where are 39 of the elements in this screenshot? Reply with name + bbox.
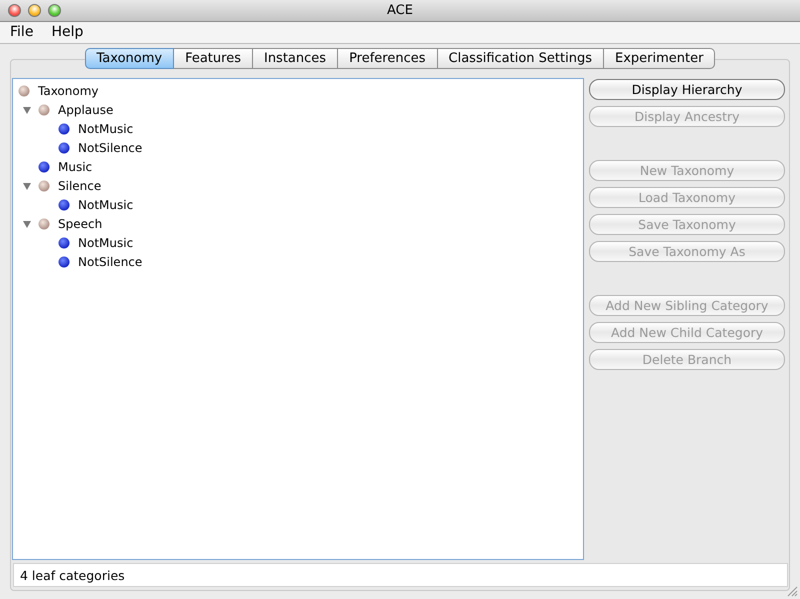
- tab[interactable]: Taxonomy: [84, 48, 174, 69]
- leaf-node-icon: [58, 122, 70, 134]
- window-title: ACE: [387, 3, 413, 18]
- tree-node-label[interactable]: NotMusic: [78, 196, 134, 214]
- collapse-triangle-icon[interactable]: [22, 218, 32, 228]
- leaf-node-icon: [58, 198, 70, 210]
- tab[interactable]: Classification Settings: [438, 48, 604, 69]
- branch-node-icon: [38, 180, 50, 192]
- resize-grip-icon[interactable]: [787, 586, 798, 597]
- leaf-node-icon: [38, 160, 50, 172]
- leaf-node-icon: [58, 142, 70, 154]
- tree-node-label[interactable]: NotSilence: [78, 138, 142, 156]
- branch-node-icon: [38, 218, 50, 230]
- tab[interactable]: Preferences: [338, 48, 438, 69]
- tree-node-label[interactable]: Music: [58, 158, 92, 176]
- status-field[interactable]: 4 leaf categories: [13, 563, 788, 587]
- tree-node-label[interactable]: Speech: [58, 214, 102, 232]
- collapse-triangle-icon[interactable]: [22, 180, 32, 190]
- tree-view[interactable]: Taxonomy Applause NotMusic NotSilence Music Silence NotMusic Speech NotMusic NotSilence: [12, 78, 584, 560]
- tree-node-label[interactable]: Taxonomy: [38, 82, 99, 100]
- leaf-node-icon: [58, 236, 70, 248]
- tree-node-label[interactable]: NotSilence: [78, 252, 142, 270]
- tab[interactable]: Instances: [252, 48, 338, 69]
- action-button[interactable]: Display Hierarchy: [589, 79, 785, 100]
- close-button[interactable]: [8, 4, 21, 17]
- leaf-node-icon: [58, 256, 70, 268]
- tab[interactable]: Features: [174, 48, 253, 69]
- tree-node-label[interactable]: NotMusic: [78, 120, 134, 138]
- zoom-button[interactable]: [48, 4, 61, 17]
- tree-node-label[interactable]: Applause: [58, 100, 114, 118]
- menu-item[interactable]: File: [10, 22, 34, 43]
- branch-node-icon: [18, 84, 30, 96]
- collapse-triangle-icon[interactable]: [22, 104, 32, 114]
- branch-node-icon: [38, 104, 50, 116]
- tab[interactable]: Experimenter: [604, 48, 716, 69]
- minimize-button[interactable]: [28, 4, 41, 17]
- tree-node-label[interactable]: NotMusic: [78, 234, 134, 252]
- tree-node-label[interactable]: Silence: [58, 176, 102, 194]
- menu-item[interactable]: Help: [51, 22, 84, 43]
